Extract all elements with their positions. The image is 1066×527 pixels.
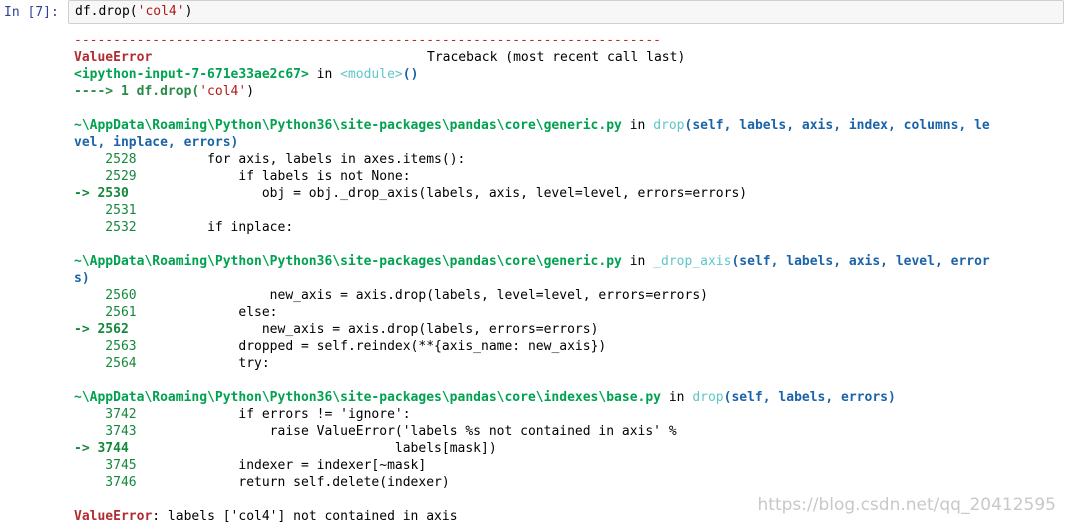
code-text[interactable]: df.drop('col4') xyxy=(75,4,192,19)
frame-path: ~\AppData\Roaming\Python\Python36\site-p… xyxy=(74,118,622,133)
source-line: 2560 new_axis = axis.drop(labels, level=… xyxy=(74,287,1064,304)
input-ref: <ipython-input-7-671e33ae2c67> xyxy=(74,67,309,82)
line-number: 3746 xyxy=(74,475,137,490)
frame-function: drop xyxy=(653,118,685,133)
source-line: 3745 indexer = indexer[~mask] xyxy=(74,457,1064,474)
source-line: 2561 else: xyxy=(74,304,1064,321)
input-prompt: In [7]: xyxy=(4,5,59,20)
line-number: 2560 xyxy=(74,288,137,303)
line-number: 2529 xyxy=(74,169,137,184)
line-number: 2528 xyxy=(74,152,137,167)
line-code: raise ValueError('labels %s not containe… xyxy=(136,424,677,439)
source-line: 2528 for axis, labels in axes.items(): xyxy=(74,151,1064,168)
input-cell[interactable]: In [7]: df.drop('col4') xyxy=(0,0,1066,28)
code-paren: ) xyxy=(184,4,193,19)
source-line: -> 3744 labels[mask]) xyxy=(74,440,1064,457)
line-number: 2561 xyxy=(74,305,137,320)
frame-path: ~\AppData\Roaming\Python\Python36\site-p… xyxy=(74,254,622,269)
frame-function: drop xyxy=(692,390,724,405)
line-number: 2563 xyxy=(74,339,137,354)
line-number: 3743 xyxy=(74,424,137,439)
line-code: new_axis = axis.drop(labels, level=level… xyxy=(136,288,708,303)
line-code: labels[mask]) xyxy=(128,441,497,456)
source-line: 2564 try: xyxy=(74,355,1064,372)
frame-in-word: in xyxy=(661,390,693,405)
line-number: -> 3744 xyxy=(74,441,129,456)
arrow-line-string: 'col4' xyxy=(199,84,247,99)
final-error-name: ValueError xyxy=(74,509,153,524)
frame-signature: (self, labels, axis, index, columns, le xyxy=(684,118,990,133)
line-code: else: xyxy=(136,305,278,320)
frame-header: ~\AppData\Roaming\Python\Python36\site-p… xyxy=(74,253,1064,270)
traceback-header: ValueError Traceback (most recent call la… xyxy=(74,49,1064,66)
source-line: -> 2562 new_axis = axis.drop(labels, err… xyxy=(74,321,1064,338)
line-number: 2532 xyxy=(74,220,137,235)
traceback-header-right: Traceback (most recent call last) xyxy=(427,50,686,65)
code-string: 'col4' xyxy=(137,4,185,19)
final-error-message: : labels ['col4'] not contained in axis xyxy=(152,509,458,524)
arrow-line: ----> 1 df.drop('col4') xyxy=(74,83,1064,100)
module-name: <module> xyxy=(340,67,403,82)
frame-signature: (self, labels, axis, level, error xyxy=(731,254,990,269)
source-line: 2531 xyxy=(74,202,1064,219)
source-line: 3742 if errors != 'ignore': xyxy=(74,406,1064,423)
frame-in-word: in xyxy=(621,254,654,269)
traceback-output: ----------------------------------------… xyxy=(74,32,1064,525)
source-line: -> 2530 obj = obj._drop_axis(labels, axi… xyxy=(74,185,1064,202)
in-word: in xyxy=(308,67,341,82)
arrow-line-paren: ) xyxy=(246,84,255,99)
frame-signature-wrap: vel, inplace, errors) xyxy=(74,135,239,150)
frame-function: _drop_axis xyxy=(653,254,732,269)
line-code: new_axis = axis.drop(labels, errors=erro… xyxy=(128,322,599,337)
source-line: 2529 if labels is not None: xyxy=(74,168,1064,185)
frame-header: ~\AppData\Roaming\Python\Python36\site-p… xyxy=(74,117,1064,134)
frame-path: ~\AppData\Roaming\Python\Python36\site-p… xyxy=(74,390,661,405)
line-number: -> 2530 xyxy=(74,186,129,201)
module-call: () xyxy=(402,67,419,82)
traceback-separator: ----------------------------------------… xyxy=(74,33,661,48)
code-call: df.drop( xyxy=(75,4,138,19)
line-code: if inplace: xyxy=(136,220,294,235)
line-code: dropped = self.reindex(**{axis_name: new… xyxy=(136,339,607,354)
source-line: 2563 dropped = self.reindex(**{axis_name… xyxy=(74,338,1064,355)
line-code: for axis, labels in axes.items(): xyxy=(136,152,466,167)
line-code: try: xyxy=(136,356,270,371)
line-code: if errors != 'ignore': xyxy=(136,407,411,422)
line-number: 3742 xyxy=(74,407,137,422)
input-ref-line: <ipython-input-7-671e33ae2c67> in <modul… xyxy=(74,66,1064,83)
code-input-area[interactable]: df.drop('col4') xyxy=(68,0,1064,24)
error-name: ValueError xyxy=(74,50,153,65)
line-code: obj = obj._drop_axis(labels, axis, level… xyxy=(128,186,748,201)
line-code: return self.delete(indexer) xyxy=(136,475,450,490)
line-number: 2564 xyxy=(74,356,137,371)
frame-signature: (self, labels, errors) xyxy=(723,390,896,405)
line-code: indexer = indexer[~mask] xyxy=(136,458,427,473)
frame-header: ~\AppData\Roaming\Python\Python36\site-p… xyxy=(74,389,1064,406)
watermark: https://blog.csdn.net/qq_20412595 xyxy=(757,495,1056,515)
line-number: -> 2562 xyxy=(74,322,129,337)
line-number: 3745 xyxy=(74,458,137,473)
frame-in-word: in xyxy=(621,118,654,133)
line-number: 2531 xyxy=(74,203,137,218)
source-line: 3746 return self.delete(indexer) xyxy=(74,474,1064,491)
frame-signature-wrap: s) xyxy=(74,271,90,286)
line-code: if labels is not None: xyxy=(136,169,411,184)
source-line: 2532 if inplace: xyxy=(74,219,1064,236)
traceback-frames: ~\AppData\Roaming\Python\Python36\site-p… xyxy=(74,117,1064,508)
arrow-line-prefix: ----> 1 df.drop( xyxy=(74,84,200,99)
source-line: 3743 raise ValueError('labels %s not con… xyxy=(74,423,1064,440)
